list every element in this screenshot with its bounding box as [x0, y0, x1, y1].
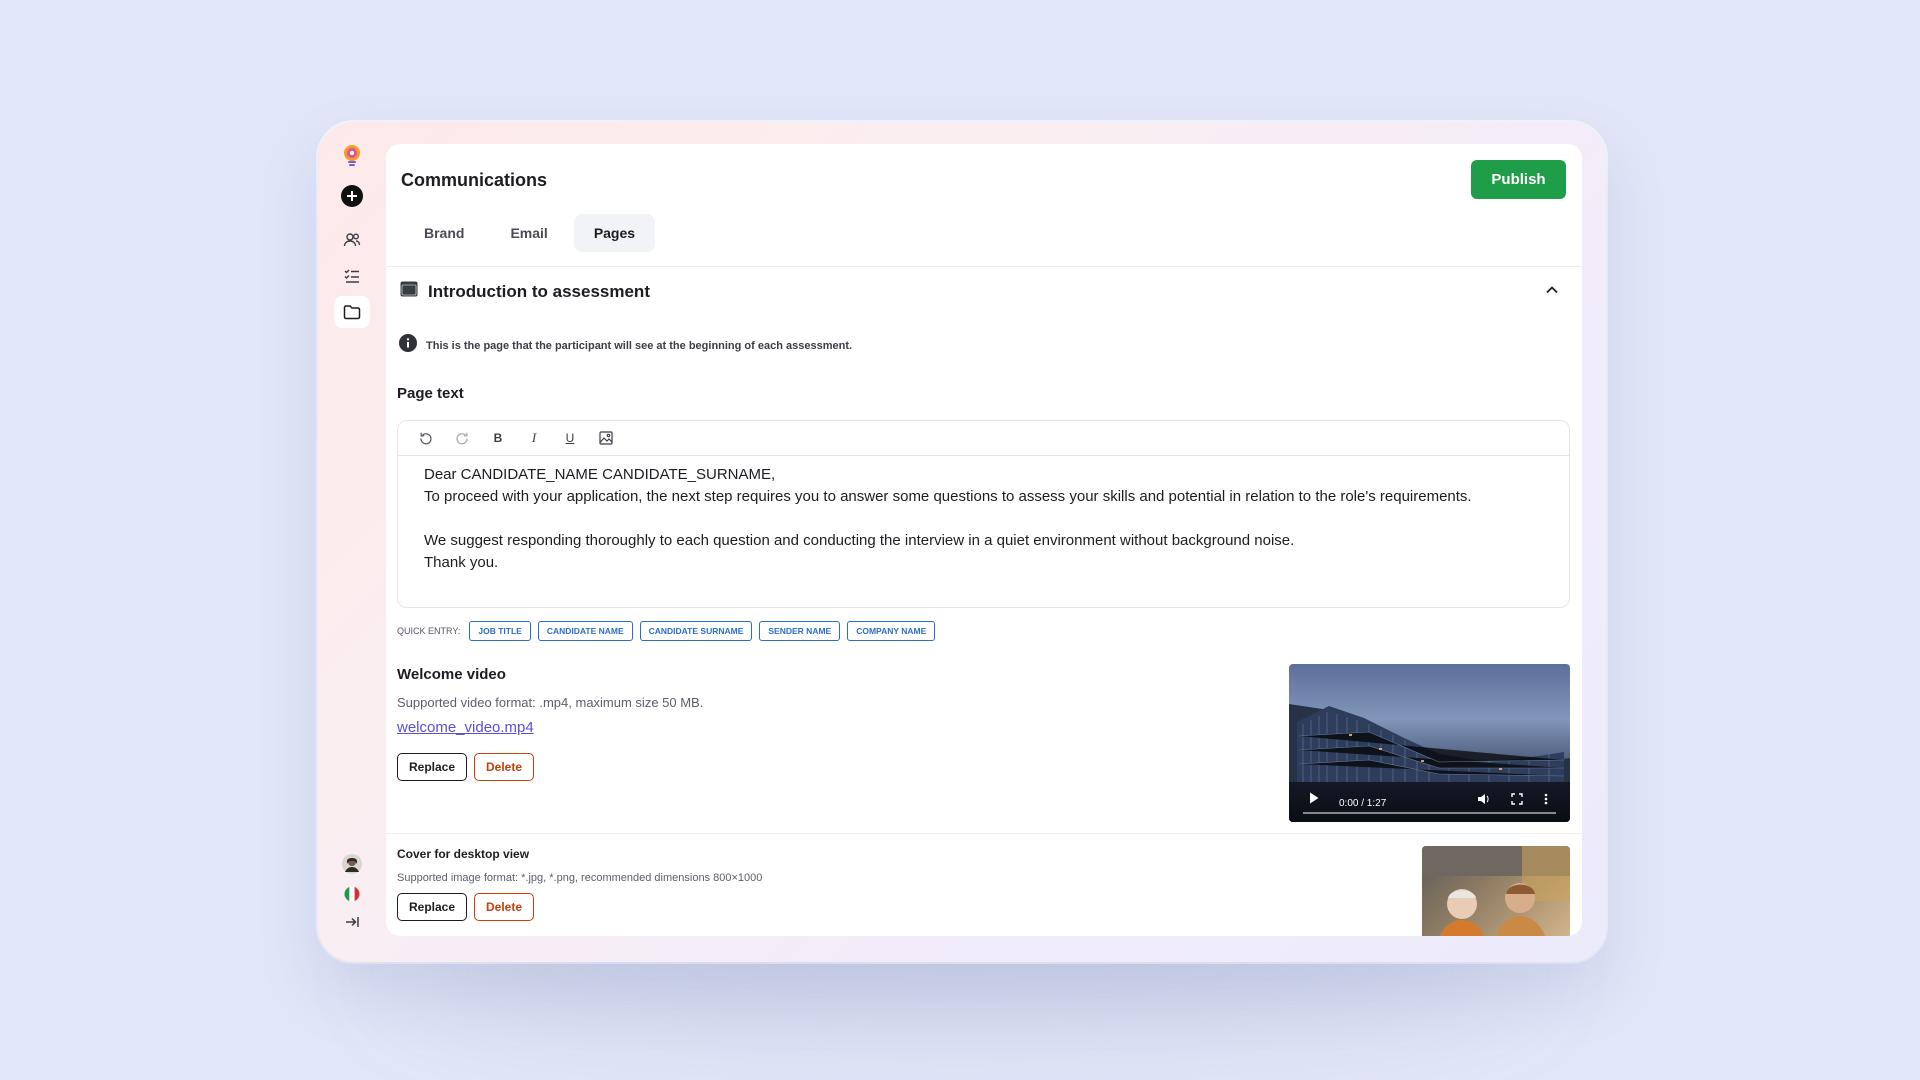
editor-line: We suggest responding thoroughly to each… — [424, 532, 1295, 549]
video-progress[interactable] — [1303, 812, 1556, 814]
user-avatar[interactable] — [334, 848, 370, 880]
chip-sender-name[interactable]: SENDER NAME — [759, 621, 841, 641]
play-icon[interactable] — [1309, 791, 1319, 809]
replace-cover-button[interactable]: Replace — [397, 893, 468, 921]
quick-entry-label: QUICK ENTRY: — [397, 626, 461, 636]
welcome-video-hint: Supported video format: .mp4, maximum si… — [397, 695, 704, 710]
logo-icon[interactable] — [334, 140, 370, 172]
video-player[interactable]: 0:00 / 1:27 — [1289, 664, 1570, 822]
editor-line — [424, 508, 1543, 530]
chevron-up-icon[interactable] — [1544, 282, 1560, 303]
page-text-label: Page text — [397, 385, 464, 402]
editor-line: Dear CANDIDATE_NAME CANDIDATE_SURNAME, — [424, 466, 776, 483]
editor-toolbar: B I U — [398, 421, 1569, 456]
rich-text-editor[interactable]: B I U Dear CANDIDATE_NAME CANDIDATE_SURN… — [397, 420, 1570, 608]
users-icon[interactable] — [334, 224, 370, 256]
main-panel: Communications Publish Brand Email Pages… — [386, 144, 1582, 936]
chip-company-name[interactable]: COMPANY NAME — [847, 621, 936, 641]
delete-cover-button[interactable]: Delete — [474, 893, 535, 921]
redo-icon[interactable] — [444, 423, 480, 453]
cover-image — [1422, 846, 1570, 936]
welcome-video-title: Welcome video — [397, 666, 506, 683]
underline-icon[interactable]: U — [552, 423, 588, 453]
info-icon — [399, 334, 417, 357]
editor-content[interactable]: Dear CANDIDATE_NAME CANDIDATE_SURNAME, T… — [398, 456, 1569, 582]
undo-icon[interactable] — [408, 423, 444, 453]
cover-title: Cover for desktop view — [397, 847, 530, 861]
cover-hint: Supported image format: *.jpg, *.png, re… — [397, 872, 763, 884]
chip-candidate-surname[interactable]: CANDIDATE SURNAME — [639, 621, 753, 641]
page-title: Communications — [401, 170, 548, 190]
icon-rail — [334, 140, 370, 940]
fullscreen-icon[interactable] — [1511, 792, 1523, 810]
publish-button[interactable]: Publish — [1471, 160, 1566, 199]
folder-icon[interactable] — [334, 296, 370, 328]
delete-video-button[interactable]: Delete — [474, 753, 535, 781]
tab-pages[interactable]: Pages — [573, 214, 656, 252]
replace-video-button[interactable]: Replace — [397, 753, 468, 781]
bold-icon[interactable]: B — [480, 423, 516, 453]
tab-bar: Brand Email Pages — [404, 214, 656, 252]
tab-email[interactable]: Email — [490, 214, 567, 252]
divider — [386, 266, 1582, 267]
section-title: Introduction to assessment — [428, 281, 650, 301]
chip-candidate-name[interactable]: CANDIDATE NAME — [537, 621, 633, 641]
collapse-sidebar-icon[interactable] — [334, 906, 370, 938]
info-text: This is the page that the participant wi… — [426, 339, 853, 352]
video-file-link[interactable]: welcome_video.mp4 — [397, 719, 534, 736]
checklist-icon[interactable] — [334, 260, 370, 292]
info-note: This is the page that the participant wi… — [399, 334, 852, 357]
section-header[interactable]: Introduction to assessment — [400, 281, 650, 302]
italic-icon[interactable]: I — [516, 423, 552, 453]
quick-entry: QUICK ENTRY: JOB TITLE CANDIDATE NAME CA… — [397, 621, 936, 641]
volume-icon[interactable] — [1477, 792, 1490, 810]
browser-window-icon — [400, 281, 418, 302]
video-controls — [1289, 782, 1570, 822]
image-icon[interactable] — [588, 423, 624, 453]
editor-line: To proceed with your application, the ne… — [424, 488, 1472, 505]
more-options-icon[interactable] — [1544, 792, 1548, 810]
editor-line: Thank you. — [424, 554, 499, 571]
tab-brand[interactable]: Brand — [404, 214, 484, 252]
video-time: 0:00 / 1:27 — [1339, 798, 1387, 809]
chip-job-title[interactable]: JOB TITLE — [469, 621, 531, 641]
divider — [386, 833, 1582, 834]
add-icon[interactable] — [334, 180, 370, 212]
